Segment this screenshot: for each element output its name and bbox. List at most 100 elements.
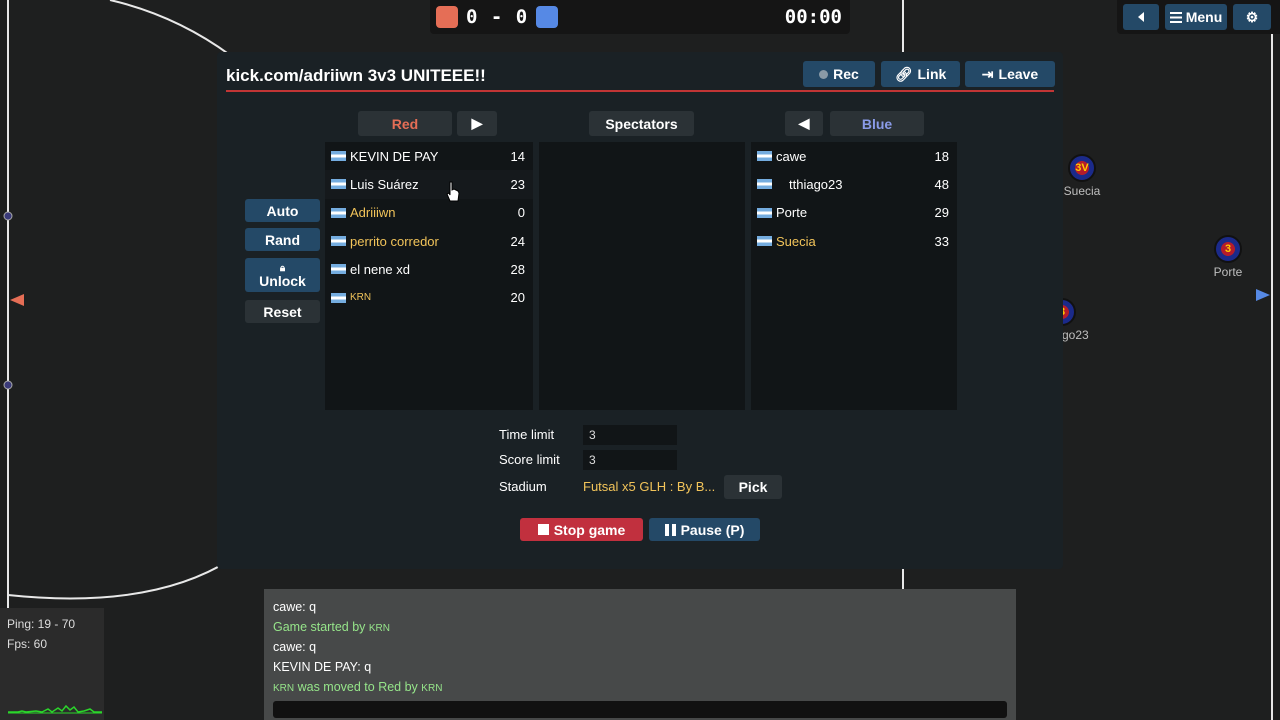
menu-button[interactable]: Menu xyxy=(1165,4,1227,30)
player-row[interactable]: perrito corredor 24 xyxy=(325,227,533,255)
room-dialog: kick.com/adriiwn 3v3 UNITEEE!! Rec 🔗︎ Li… xyxy=(217,52,1063,569)
time-limit-label: Time limit xyxy=(499,427,555,442)
player-row[interactable]: cawe 18 xyxy=(751,142,957,170)
hamburger-icon xyxy=(1169,11,1182,23)
player-disc: 3 xyxy=(1214,235,1242,263)
player-row[interactable]: el nene xd 28 xyxy=(325,255,533,283)
stop-icon xyxy=(537,524,549,535)
leave-button[interactable]: ⇥ Leave xyxy=(965,61,1055,87)
score-limit-input[interactable]: 3 xyxy=(583,450,677,470)
move-to-spectators-right-button[interactable]: ▶ xyxy=(457,111,497,136)
join-spectators-button[interactable]: Spectators xyxy=(589,111,694,136)
room-title: kick.com/adriiwn 3v3 UNITEEE!! xyxy=(226,66,486,85)
argentina-flag-icon xyxy=(331,179,346,190)
fps-display: Fps: 60 xyxy=(7,637,48,651)
pause-button[interactable]: Pause (P) xyxy=(649,518,760,541)
play-left-icon: ◀ xyxy=(798,115,810,131)
player-name: el nene xd xyxy=(350,261,410,277)
fps-graph xyxy=(8,704,102,714)
join-red-button[interactable]: Red xyxy=(358,111,452,136)
field-player-name: Porte xyxy=(1213,265,1243,279)
rec-label: Rec xyxy=(833,66,859,82)
link-label: Link xyxy=(917,66,947,82)
argentina-flag-icon xyxy=(757,179,772,190)
player-score: 24 xyxy=(510,233,525,249)
argentina-flag-icon xyxy=(757,207,772,218)
red-team-list: KEVIN DE PAY 14 Luis Suárez 23 Adriiiwn … xyxy=(325,142,533,410)
player-row[interactable]: tthiago23 48 xyxy=(751,170,957,198)
player-score: 0 xyxy=(517,205,525,221)
player-row[interactable]: Adriiiwn 0 xyxy=(325,199,533,227)
player-row[interactable]: Luis Suárez 23 xyxy=(325,170,533,199)
argentina-flag-icon xyxy=(331,292,346,303)
player-name: cawe xyxy=(776,148,807,164)
argentina-flag-icon xyxy=(331,264,346,275)
player-score: 18 xyxy=(934,148,949,164)
settings-button[interactable]: ⚙ xyxy=(1233,4,1271,30)
spectators-list xyxy=(539,142,745,410)
gear-icon: ⚙ xyxy=(1245,8,1259,25)
player-name: Porte xyxy=(776,205,808,221)
title-divider xyxy=(226,90,1054,92)
player-score: 23 xyxy=(510,176,525,192)
player-row[interactable]: KEVIN DE PAY 14 xyxy=(325,142,533,170)
move-to-spectators-left-button[interactable]: ◀ xyxy=(785,111,823,136)
player-score: 20 xyxy=(510,290,525,306)
argentina-flag-icon xyxy=(331,151,346,162)
pause-icon xyxy=(664,523,676,536)
hand-cursor-icon xyxy=(446,181,460,202)
menu-label: Menu xyxy=(1185,9,1223,25)
chat-username: KRN xyxy=(273,683,295,694)
argentina-flag-icon xyxy=(331,207,346,218)
chat-message: cawe: q xyxy=(273,640,317,654)
blue-team-list: cawe 18 tthiago23 48 Porte 29 Suecia 33 xyxy=(751,142,957,410)
player-score: 29 xyxy=(934,205,949,221)
player-score: 33 xyxy=(934,233,949,249)
player-name: perrito corredor xyxy=(350,233,439,249)
chat-system-message: Game started by KRN xyxy=(273,620,390,634)
auto-button[interactable]: Auto xyxy=(245,199,320,222)
score-limit-label: Score limit xyxy=(499,452,560,467)
player-disc: 3V xyxy=(1068,154,1096,182)
rand-button[interactable]: Rand xyxy=(245,228,320,251)
unlock-button[interactable]: 🔒︎ Unlock xyxy=(245,258,320,292)
chat-username: KRN xyxy=(368,623,391,634)
chat-text: Game started by xyxy=(273,620,366,634)
pause-label: Pause (P) xyxy=(680,521,745,538)
player-name: KEVIN DE PAY xyxy=(350,148,439,164)
link-button[interactable]: 🔗︎ Link xyxy=(881,61,960,87)
ping-display: Ping: 19 - 70 xyxy=(7,617,76,631)
argentina-flag-icon xyxy=(757,236,772,247)
player-score: 14 xyxy=(510,148,525,164)
join-blue-button[interactable]: Blue xyxy=(830,111,924,136)
argentina-flag-icon xyxy=(757,151,772,162)
score-display: 0 - 0 xyxy=(466,6,529,28)
player-name: tthiago23 xyxy=(789,176,843,192)
player-name: KRN xyxy=(350,292,372,304)
player-name: Luis Suárez xyxy=(350,176,419,192)
game-timer: 00:00 xyxy=(784,6,842,28)
player-row[interactable]: Suecia 33 xyxy=(751,227,957,255)
stop-label: Stop game xyxy=(553,521,626,538)
time-limit-input[interactable]: 3 xyxy=(583,425,677,445)
top-right-controls: Menu ⚙ xyxy=(1117,0,1280,34)
argentina-flag-icon xyxy=(331,236,346,247)
player-row[interactable]: KRN 20 xyxy=(325,283,533,311)
chat-input[interactable] xyxy=(273,701,1007,718)
reset-button[interactable]: Reset xyxy=(245,300,320,323)
stop-game-button[interactable]: Stop game xyxy=(520,518,643,541)
stats-panel: Ping: 19 - 70 Fps: 60 xyxy=(0,608,104,720)
speaker-icon xyxy=(1138,12,1144,22)
record-dot-icon xyxy=(819,69,829,79)
player-row[interactable]: Porte 29 xyxy=(751,199,957,227)
pick-stadium-button[interactable]: Pick xyxy=(724,475,782,499)
rec-button[interactable]: Rec xyxy=(803,61,875,87)
link-icon: 🔗︎ xyxy=(894,65,913,82)
player-name: Adriiiwn xyxy=(350,205,396,221)
sound-button[interactable] xyxy=(1123,4,1159,30)
chat-message: cawe: q xyxy=(273,600,317,614)
chat-username: KRN xyxy=(421,683,443,694)
player-score: 48 xyxy=(934,176,949,192)
blue-team-indicator xyxy=(536,6,559,28)
field-player-porte: 3 Porte xyxy=(1198,235,1258,279)
